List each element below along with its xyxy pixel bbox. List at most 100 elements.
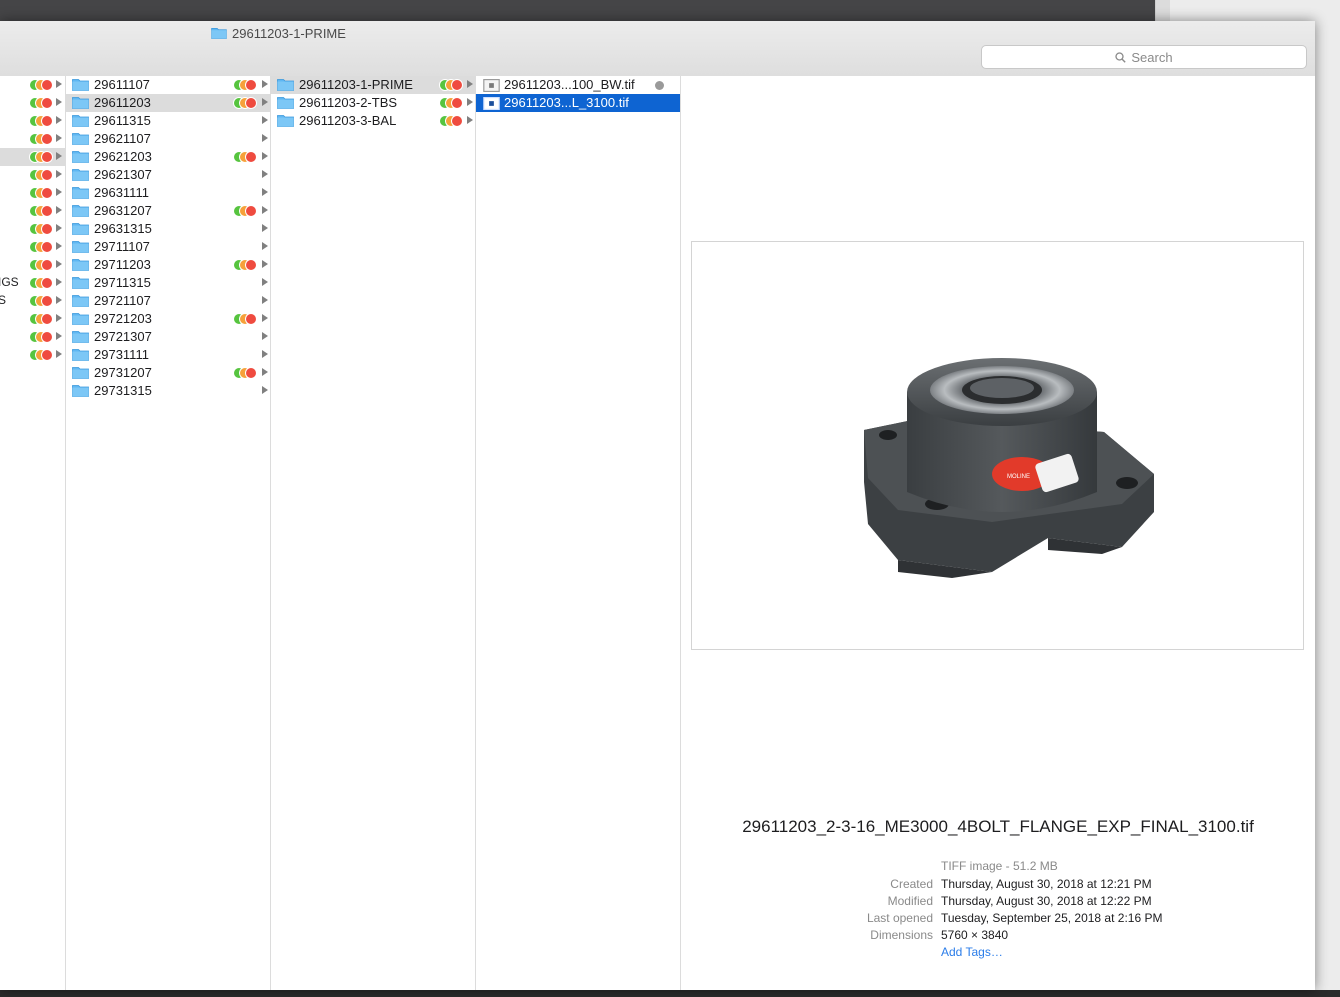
- folder-name: 29731207: [94, 365, 152, 380]
- folder-item[interactable]: 29621107: [66, 130, 270, 148]
- tag-dots: [30, 260, 52, 270]
- folder-name: 29731111: [94, 347, 149, 362]
- tag-dots: [30, 188, 52, 198]
- tag-dots: [30, 206, 52, 216]
- disclosure-arrow-icon: [56, 332, 62, 340]
- disclosure-arrow-icon: [262, 296, 268, 304]
- folder-icon: [277, 96, 294, 109]
- search-field[interactable]: Search: [981, 45, 1307, 69]
- tag-dots: [440, 80, 462, 90]
- desktop-bottom: [0, 990, 1340, 997]
- disclosure-arrow-icon: [262, 260, 268, 268]
- folder-item[interactable]: 29631111: [66, 184, 270, 202]
- folder-icon: [72, 294, 89, 307]
- list-item[interactable]: [0, 184, 65, 202]
- disclosure-arrow-icon: [56, 242, 62, 250]
- column-3: 29611203-1-PRIME 29611203-2-TBS 29611203-3…: [271, 76, 476, 990]
- folder-icon: [72, 348, 89, 361]
- folder-icon: [72, 222, 89, 235]
- list-item[interactable]: [0, 76, 65, 94]
- folder-item[interactable]: 29711203: [66, 256, 270, 274]
- folder-name: 29631207: [94, 203, 152, 218]
- tag-dots: [234, 206, 256, 216]
- folder-item[interactable]: 29631207: [66, 202, 270, 220]
- file-item[interactable]: 29611203...100_BW.tif: [476, 76, 680, 94]
- tag-dots: [30, 314, 52, 324]
- list-item[interactable]: [0, 220, 65, 238]
- folder-item[interactable]: 29621307: [66, 166, 270, 184]
- folder-item[interactable]: 29721107: [66, 292, 270, 310]
- file-item-selected[interactable]: 29611203...L_3100.tif: [476, 94, 680, 112]
- folder-icon: [72, 186, 89, 199]
- file-type-info: TIFF image - 51.2 MB: [941, 859, 1058, 873]
- add-tags-link[interactable]: Add Tags…: [941, 945, 1003, 959]
- list-item-label: S: [0, 293, 7, 307]
- modified-value: Thursday, August 30, 2018 at 12:22 PM: [941, 894, 1152, 908]
- folder-item[interactable]: 29731111: [66, 346, 270, 364]
- folder-item[interactable]: 29711315: [66, 274, 270, 292]
- image-preview[interactable]: MOLINE: [691, 241, 1304, 650]
- title-bar[interactable]: 29611203-1-PRIME Search: [0, 21, 1315, 77]
- folder-item[interactable]: 29631315: [66, 220, 270, 238]
- tiff-file-icon: [483, 97, 500, 110]
- list-item[interactable]: [0, 238, 65, 256]
- tag-dots: [30, 80, 52, 90]
- tag-dots: [234, 152, 256, 162]
- disclosure-arrow-icon: [56, 278, 62, 286]
- folder-item[interactable]: 29721203: [66, 310, 270, 328]
- folder-name: 29711107: [94, 239, 150, 254]
- product-logo-text: MOLINE: [1007, 474, 1030, 480]
- disclosure-arrow-icon: [56, 116, 62, 124]
- disclosure-arrow-icon: [56, 260, 62, 268]
- finder-window: 29611203-1-PRIME Search IGS S 29611107 29…: [0, 21, 1315, 990]
- list-item-selected[interactable]: [0, 148, 65, 166]
- list-item[interactable]: [0, 112, 65, 130]
- folder-name: 29611203: [94, 95, 151, 110]
- dimensions-value: 5760 × 3840: [941, 928, 1009, 942]
- tag-dots: [30, 134, 52, 144]
- list-item[interactable]: [0, 130, 65, 148]
- list-item[interactable]: [0, 310, 65, 328]
- folder-icon: [277, 78, 294, 91]
- folder-icon: [72, 132, 89, 145]
- disclosure-arrow-icon: [467, 80, 473, 88]
- disclosure-arrow-icon: [56, 224, 62, 232]
- folder-item[interactable]: 29711107: [66, 238, 270, 256]
- folder-name: 29611203-3-BAL: [299, 113, 397, 128]
- folder-item[interactable]: 29621203: [66, 148, 270, 166]
- list-item[interactable]: [0, 94, 65, 112]
- list-item[interactable]: [0, 328, 65, 346]
- folder-icon: [72, 384, 89, 397]
- disclosure-arrow-icon: [262, 98, 268, 106]
- file-name: 29611203...100_BW.tif: [504, 77, 635, 92]
- modified-label: Modified: [887, 894, 933, 908]
- list-item[interactable]: [0, 256, 65, 274]
- list-item[interactable]: [0, 202, 65, 220]
- folder-item[interactable]: 29611203-2-TBS: [271, 94, 475, 112]
- disclosure-arrow-icon: [262, 116, 268, 124]
- folder-item[interactable]: 29721307: [66, 328, 270, 346]
- folder-item[interactable]: 29611107: [66, 76, 270, 94]
- folder-item-selected[interactable]: 29611203-1-PRIME: [271, 76, 475, 94]
- folder-icon: [72, 366, 89, 379]
- list-item[interactable]: [0, 166, 65, 184]
- folder-item[interactable]: 29731315: [66, 382, 270, 400]
- window-title-text: 29611203-1-PRIME: [232, 25, 346, 41]
- tag-dots: [30, 332, 52, 342]
- disclosure-arrow-icon: [56, 170, 62, 178]
- folder-item[interactable]: 29611203-3-BAL: [271, 112, 475, 130]
- list-item[interactable]: IGS: [0, 274, 65, 292]
- disclosure-arrow-icon: [262, 368, 268, 376]
- disclosure-arrow-icon: [56, 80, 62, 88]
- folder-item[interactable]: 29611315: [66, 112, 270, 130]
- disclosure-arrow-icon: [262, 242, 268, 250]
- list-item[interactable]: S: [0, 292, 65, 310]
- disclosure-arrow-icon: [262, 278, 268, 286]
- tag-dots: [30, 170, 52, 180]
- folder-item[interactable]: 29731207: [66, 364, 270, 382]
- gray-tag-dot: [655, 81, 664, 90]
- folder-item-selected[interactable]: 29611203: [66, 94, 270, 112]
- folder-icon: [211, 28, 227, 39]
- list-item[interactable]: [0, 346, 65, 364]
- folder-name: 29611315: [94, 113, 151, 128]
